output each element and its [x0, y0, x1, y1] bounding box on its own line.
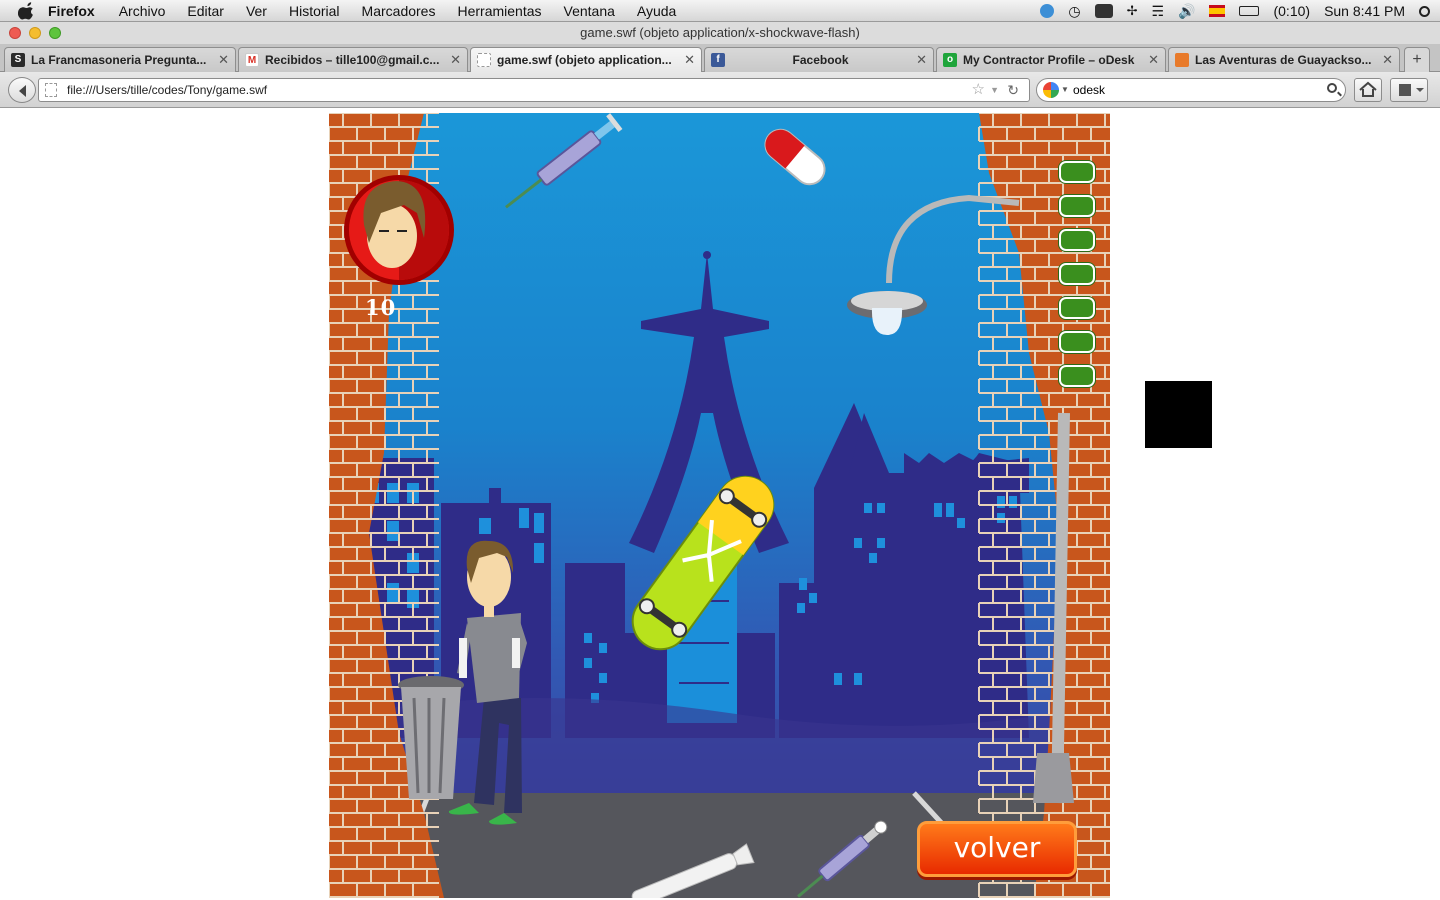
menu-bar: Firefox Archivo Editar Ver Historial Mar… — [0, 0, 1440, 22]
tab-close-icon[interactable]: ✕ — [1382, 52, 1393, 68]
tab-label: Las Aventuras de Guayackso... — [1195, 53, 1372, 67]
display-icon[interactable] — [1094, 4, 1113, 18]
tab-facebook[interactable]: f Facebook ✕ — [704, 47, 934, 72]
back-arrow-icon — [19, 85, 26, 97]
menu-ventana[interactable]: Ventana — [564, 3, 615, 19]
bookmarks-icon — [1399, 84, 1424, 96]
life-indicator — [1059, 161, 1095, 183]
bluetooth-icon[interactable]: ✢ — [1127, 3, 1138, 19]
spotlight-icon[interactable] — [1419, 5, 1430, 17]
facebook-icon: f — [711, 53, 725, 67]
life-indicator — [1059, 365, 1095, 387]
tab-game-swf[interactable]: game.swf (objeto application... ✕ — [470, 47, 702, 72]
history-dropdown-icon[interactable]: ▼ — [990, 79, 999, 101]
tab-label: Facebook — [792, 53, 849, 67]
menu-marcadores[interactable]: Marcadores — [362, 3, 436, 19]
apple-icon[interactable] — [18, 1, 36, 20]
volver-button[interactable]: volver — [917, 821, 1077, 877]
window-title-bar: game.swf (objeto application/x-shockwave… — [0, 22, 1440, 44]
menu-app-name[interactable]: Firefox — [48, 3, 95, 19]
menu-ver[interactable]: Ver — [246, 3, 267, 19]
tab-label: La Francmasoneria Pregunta... — [31, 53, 207, 67]
tab-close-icon[interactable]: ✕ — [450, 52, 461, 68]
battery-time[interactable]: (0:10) — [1273, 3, 1310, 19]
search-icon[interactable] — [1327, 83, 1337, 93]
url-text[interactable]: file:///Users/tille/codes/Tony/game.swf — [67, 83, 267, 97]
input-source-flag-icon[interactable] — [1209, 5, 1226, 17]
wifi-icon[interactable]: ☴ — [1151, 3, 1164, 20]
player-avatar — [344, 175, 454, 285]
dropbox-icon[interactable] — [1040, 4, 1055, 18]
tab-label: game.swf (objeto application... — [497, 53, 672, 67]
new-tab-button[interactable]: + — [1404, 47, 1430, 72]
bookmark-star-icon[interactable]: ☆ — [972, 79, 985, 101]
score-counter: 10 — [365, 295, 397, 320]
life-indicator — [1059, 331, 1095, 353]
tab-close-icon[interactable]: ✕ — [218, 52, 229, 68]
menu-ayuda[interactable]: Ayuda — [637, 3, 676, 19]
blank-page-icon — [477, 53, 491, 67]
home-button[interactable] — [1354, 78, 1382, 102]
volume-icon[interactable]: 🔊 — [1178, 3, 1195, 20]
bookmarks-menu-button[interactable] — [1390, 78, 1428, 102]
life-indicator — [1059, 229, 1095, 251]
trash-can — [398, 676, 464, 799]
page-icon — [45, 83, 57, 97]
flash-game[interactable]: 10 volver — [329, 113, 1110, 898]
tab-close-icon[interactable]: ✕ — [1148, 52, 1159, 68]
url-bar[interactable]: file:///Users/tille/codes/Tony/game.swf … — [38, 78, 1030, 102]
black-square — [1145, 381, 1212, 448]
home-icon — [1359, 81, 1377, 97]
tab-bar: S La Francmasoneria Pregunta... ✕ M Reci… — [0, 44, 1440, 72]
reload-icon[interactable]: ↻ — [1007, 79, 1019, 101]
tab-close-icon[interactable]: ✕ — [916, 52, 927, 68]
life-indicator — [1059, 263, 1095, 285]
tab-guayackso[interactable]: Las Aventuras de Guayackso... ✕ — [1168, 47, 1400, 72]
lives-meter — [1059, 161, 1095, 399]
tab-label: My Contractor Profile – oDesk — [963, 53, 1135, 67]
life-indicator — [1059, 195, 1095, 217]
window-title: game.swf (objeto application/x-shockwave… — [580, 25, 860, 40]
tab-close-icon[interactable]: ✕ — [684, 52, 695, 68]
back-button[interactable] — [8, 77, 36, 103]
search-bar[interactable]: ▼ odesk — [1036, 78, 1346, 102]
menu-herramientas[interactable]: Herramientas — [457, 3, 541, 19]
time-machine-icon[interactable]: ◷ — [1068, 3, 1080, 20]
tab-odesk[interactable]: o My Contractor Profile – oDesk ✕ — [936, 47, 1166, 72]
zoom-window-button[interactable] — [49, 27, 61, 39]
menu-archivo[interactable]: Archivo — [119, 3, 166, 19]
clock[interactable]: Sun 8:41 PM — [1324, 3, 1405, 19]
menu-editar[interactable]: Editar — [187, 3, 224, 19]
falling-syringe — [505, 113, 623, 209]
s-icon: S — [11, 53, 25, 67]
tab-francmasoneria[interactable]: S La Francmasoneria Pregunta... ✕ — [4, 47, 236, 72]
google-icon[interactable] — [1043, 82, 1059, 98]
search-input[interactable]: odesk — [1073, 83, 1105, 97]
life-indicator — [1059, 297, 1095, 319]
gmail-icon: M — [245, 53, 259, 67]
tab-gmail[interactable]: M Recibidos – tille100@gmail.c... ✕ — [238, 47, 468, 72]
close-window-button[interactable] — [9, 27, 21, 39]
falling-pill — [764, 128, 826, 186]
tab-label: Recibidos – tille100@gmail.c... — [265, 53, 440, 67]
navigation-toolbar: file:///Users/tille/codes/Tony/game.swf … — [0, 72, 1440, 108]
menu-historial[interactable]: Historial — [289, 3, 340, 19]
cartoon-icon — [1175, 53, 1189, 67]
search-engine-dropdown-icon[interactable]: ▼ — [1061, 79, 1069, 101]
battery-icon[interactable] — [1239, 6, 1260, 16]
odesk-icon: o — [943, 53, 957, 67]
minimize-window-button[interactable] — [29, 27, 41, 39]
